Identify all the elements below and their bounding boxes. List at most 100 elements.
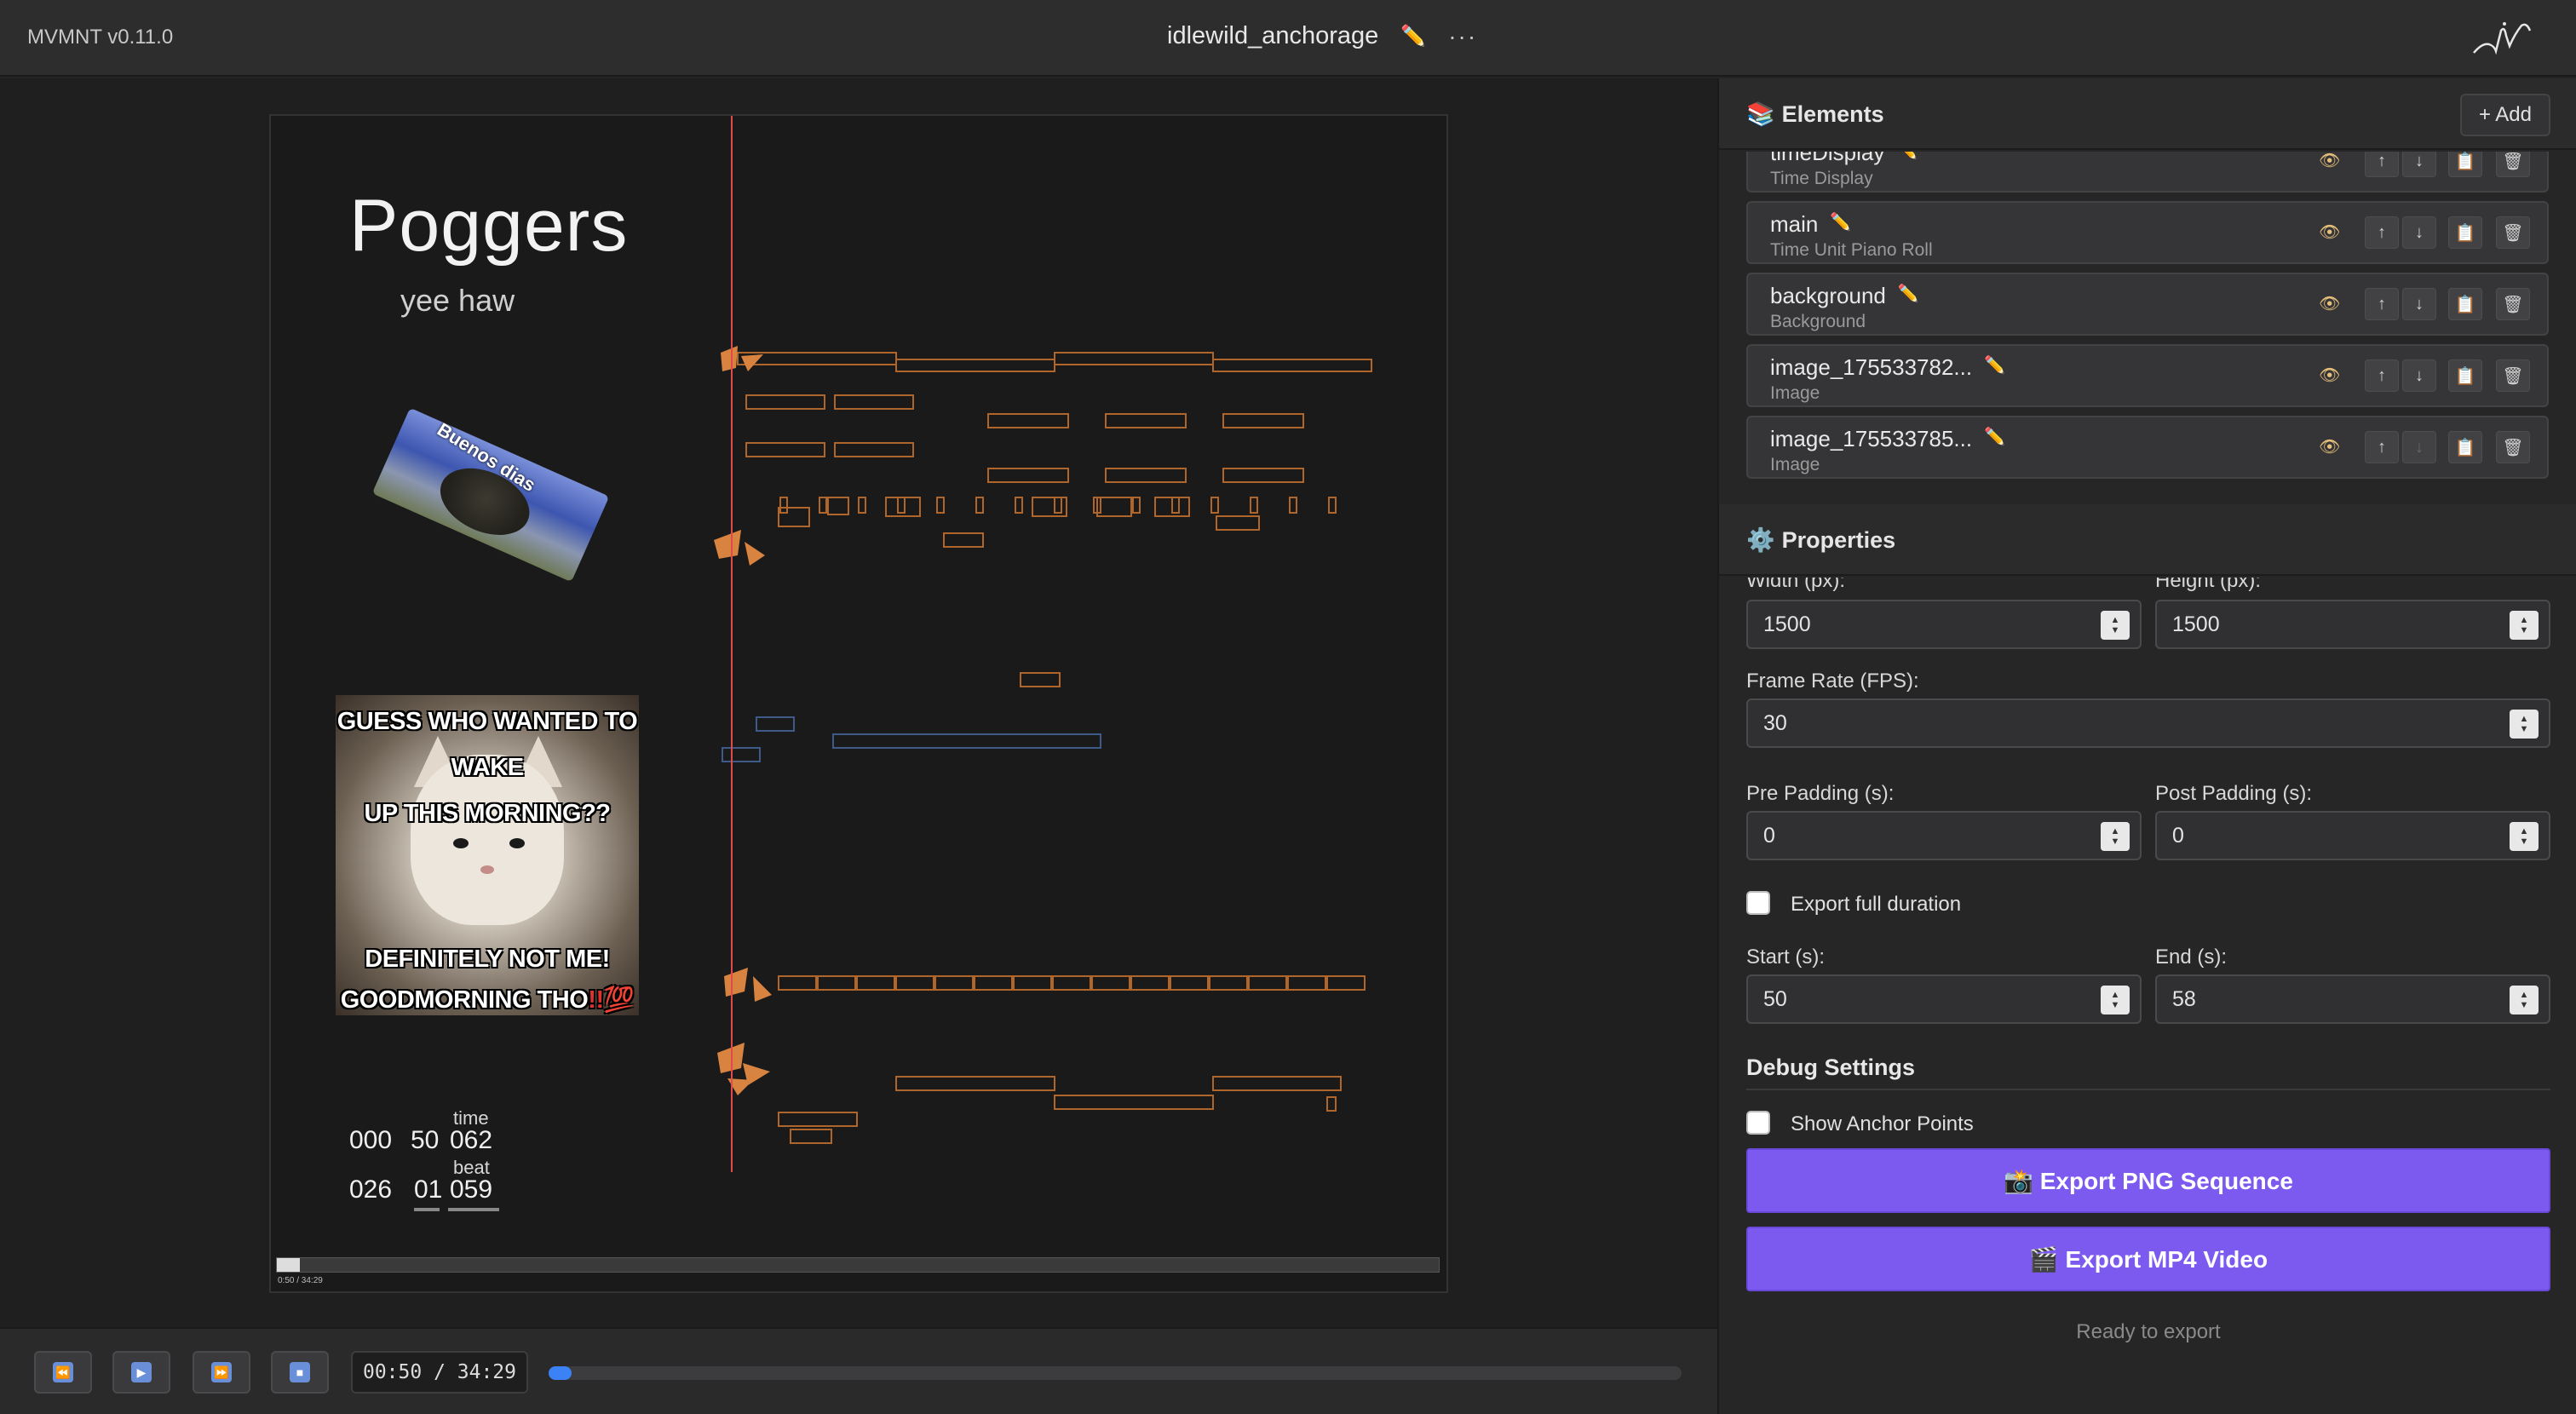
width-stepper[interactable]: ▲ ▼ — [2101, 611, 2130, 640]
piano-roll-note — [779, 497, 788, 514]
render-stage[interactable]: Poggers yee haw Buenos dias GUESS WHO WA… — [269, 114, 1448, 1293]
piano-roll-note — [1105, 413, 1187, 428]
list-item[interactable]: main ✏️ Time Unit Piano Roll 👁 ↑ ↓ 📋 🗑 — [1746, 201, 2549, 264]
add-element-button[interactable]: + Add — [2459, 94, 2550, 136]
delete-trash-icon[interactable]: 🗑 — [2496, 216, 2530, 249]
rewind-button[interactable]: ⏪ — [34, 1351, 92, 1394]
rename-pencil-icon[interactable]: ✏️ — [1896, 152, 1918, 166]
transport-time-readout: 00:50 / 34:29 — [351, 1351, 528, 1394]
project-title-group: idlewild_anchorage ✏️ ··· — [1167, 22, 1477, 50]
post-padding-value: 0 — [2172, 823, 2184, 848]
rename-pencil-icon[interactable]: ✏️ — [1984, 426, 2005, 452]
piano-roll-note — [858, 497, 866, 514]
list-item[interactable]: background ✏️ Background 👁 ↑ ↓ 📋 🗑 — [1746, 273, 2549, 336]
export-png-button[interactable]: 📸 Export PNG Sequence — [1746, 1148, 2550, 1213]
properties-title-text: Properties — [1781, 527, 1896, 553]
move-down-button[interactable]: ↓ — [2402, 431, 2436, 463]
duplicate-clipboard-icon[interactable]: 📋 — [2448, 359, 2482, 392]
piano-roll-note — [895, 359, 1055, 372]
rename-pencil-icon[interactable]: ✏️ — [1898, 283, 1919, 309]
element-name-text: main — [1770, 211, 1819, 237]
piano-roll-note — [790, 1129, 832, 1144]
timeline-slider[interactable] — [549, 1366, 1682, 1380]
piano-roll-note — [737, 352, 897, 365]
duplicate-clipboard-icon[interactable]: 📋 — [2448, 216, 2482, 249]
height-stepper[interactable]: ▲ ▼ — [2510, 611, 2539, 640]
list-item[interactable]: image_175533782... ✏️ Image 👁 ↑ ↓ 📋 🗑 — [1746, 344, 2549, 407]
start-stepper[interactable]: ▲ ▼ — [2101, 986, 2130, 1015]
move-up-button[interactable]: ↑ — [2365, 359, 2399, 392]
visibility-eye-icon[interactable]: 👁 — [2319, 293, 2340, 314]
end-input[interactable]: 58 ▲ ▼ — [2155, 974, 2550, 1024]
piano-roll-note — [1212, 359, 1372, 372]
visibility-eye-icon[interactable]: 👁 — [2319, 436, 2340, 457]
delete-trash-icon[interactable]: 🗑 — [2496, 431, 2530, 463]
play-button[interactable]: ▶ — [112, 1351, 170, 1394]
playhead-line[interactable] — [731, 116, 733, 1172]
export-full-duration-checkbox[interactable] — [1746, 891, 1770, 915]
move-down-button[interactable]: ↓ — [2402, 288, 2436, 320]
height-input[interactable]: 1500 ▲ ▼ — [2155, 600, 2550, 649]
element-type: Image — [1770, 455, 1820, 474]
delete-trash-icon[interactable]: 🗑 — [2496, 359, 2530, 392]
fps-input[interactable]: 30 ▲ ▼ — [1746, 698, 2550, 748]
list-item[interactable]: timeDisplay ✏️ Time Display 👁 ↑ ↓ 📋 🗑 — [1746, 152, 2549, 193]
element-name[interactable]: image_175533785... ✏️ — [1770, 426, 2005, 452]
move-down-button[interactable]: ↓ — [2402, 216, 2436, 249]
top-bar: MVMNT v0.11.0 idlewild_anchorage ✏️ ··· — [0, 0, 2576, 77]
gear-icon: ⚙️ — [1746, 527, 1775, 553]
post-padding-stepper[interactable]: ▲ ▼ — [2510, 822, 2539, 851]
visibility-eye-icon[interactable]: 👁 — [2319, 152, 2340, 171]
move-down-button[interactable]: ↓ — [2402, 152, 2436, 177]
piano-roll-note — [1013, 975, 1052, 991]
piano-roll-note — [1096, 497, 1132, 517]
element-name[interactable]: timeDisplay ✏️ — [1770, 152, 1918, 166]
duplicate-clipboard-icon[interactable]: 📋 — [2448, 152, 2482, 177]
canvas-area: Poggers yee haw Buenos dias GUESS WHO WA… — [0, 78, 1717, 1327]
element-name[interactable]: main ✏️ — [1770, 211, 1851, 238]
export-mp4-button[interactable]: 🎬 Export MP4 Video — [1746, 1227, 2550, 1291]
delete-trash-icon[interactable]: 🗑 — [2496, 288, 2530, 320]
height-value: 1500 — [2172, 612, 2220, 636]
show-anchor-points-label[interactable]: Show Anchor Points — [1791, 1112, 1974, 1136]
element-name-text: image_175533785... — [1770, 426, 1973, 451]
list-item[interactable]: image_175533785... ✏️ Image 👁 ↑ ↓ 📋 🗑 — [1746, 416, 2549, 479]
pre-padding-input[interactable]: 0 ▲ ▼ — [1746, 811, 2142, 860]
move-up-button[interactable]: ↑ — [2365, 431, 2399, 463]
move-down-button[interactable]: ↓ — [2402, 359, 2436, 392]
more-options-button[interactable]: ··· — [1448, 23, 1477, 50]
show-anchor-points-checkbox[interactable] — [1746, 1111, 1770, 1135]
move-up-button[interactable]: ↑ — [2365, 288, 2399, 320]
width-input[interactable]: 1500 ▲ ▼ — [1746, 600, 2142, 649]
end-stepper[interactable]: ▲ ▼ — [2510, 986, 2539, 1015]
export-full-duration-label[interactable]: Export full duration — [1791, 893, 1961, 917]
start-input[interactable]: 50 ▲ ▼ — [1746, 974, 2142, 1024]
piano-roll-note — [1210, 497, 1219, 514]
rewind-icon: ⏪ — [53, 1362, 73, 1382]
width-value: 1500 — [1763, 612, 1811, 636]
visibility-eye-icon[interactable]: 👁 — [2319, 221, 2340, 243]
delete-trash-icon[interactable]: 🗑 — [2496, 152, 2530, 177]
stage-scrubber[interactable] — [276, 1257, 1440, 1273]
fps-stepper[interactable]: ▲ ▼ — [2510, 710, 2539, 739]
piano-roll-note — [778, 1112, 858, 1127]
project-title[interactable]: idlewild_anchorage — [1167, 22, 1378, 50]
rename-pencil-icon[interactable]: ✏️ — [1830, 211, 1851, 238]
move-up-button[interactable]: ↑ — [2365, 152, 2399, 177]
stage-scrubber-time: 0:50 / 34:29 — [278, 1276, 323, 1285]
transport-bar: ⏪ ▶ ⏩ ■ 00:50 / 34:29 — [0, 1327, 1717, 1414]
move-up-button[interactable]: ↑ — [2365, 216, 2399, 249]
element-name[interactable]: background ✏️ — [1770, 283, 1919, 309]
stop-button[interactable]: ■ — [271, 1351, 329, 1394]
rename-pencil-icon[interactable]: ✏️ — [1984, 354, 2005, 381]
duplicate-clipboard-icon[interactable]: 📋 — [2448, 431, 2482, 463]
pre-padding-value: 0 — [1763, 823, 1775, 848]
fast-forward-button[interactable]: ⏩ — [193, 1351, 250, 1394]
piano-roll-note — [1130, 975, 1170, 991]
visibility-eye-icon[interactable]: 👁 — [2319, 365, 2340, 386]
pre-padding-stepper[interactable]: ▲ ▼ — [2101, 822, 2130, 851]
duplicate-clipboard-icon[interactable]: 📋 — [2448, 288, 2482, 320]
element-name[interactable]: image_175533782... ✏️ — [1770, 354, 2005, 381]
post-padding-input[interactable]: 0 ▲ ▼ — [2155, 811, 2550, 860]
edit-title-pencil-icon[interactable]: ✏️ — [1400, 24, 1426, 49]
